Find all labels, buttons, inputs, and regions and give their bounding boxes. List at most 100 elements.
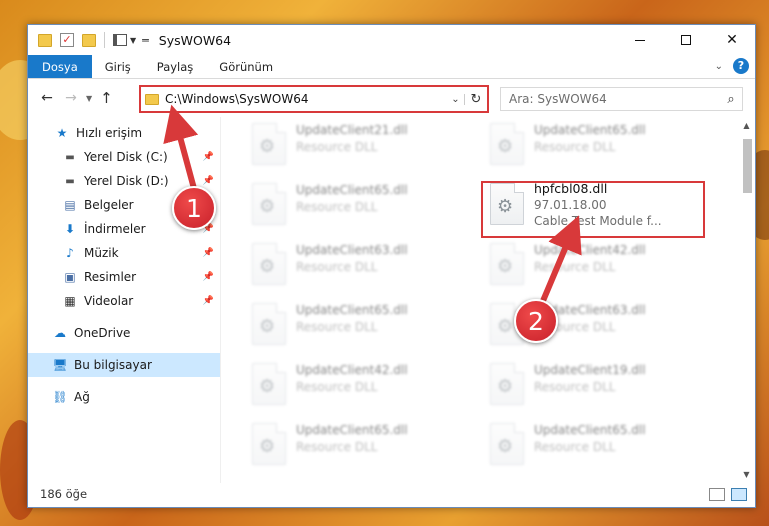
gear-icon: ⚙ [259,376,276,397]
file-item[interactable]: ⚙ UpdateClient19.dll Resource DLL [482,359,710,419]
scroll-up-icon[interactable]: ▲ [738,117,755,134]
dll-file-icon: ⚙ [490,243,524,285]
main-area: ★ Hızlı erişim ▬ Yerel Disk (C:) 📌 ▬ Yer… [28,117,755,483]
dll-file-icon: ⚙ [252,363,286,405]
maximize-icon [681,35,691,45]
maximize-button[interactable] [663,25,709,55]
sidebar-item-label: Videolar [84,294,134,308]
minimize-button[interactable] [617,25,663,55]
file-description: Resource DLL [534,260,616,274]
file-item[interactable]: ⚙ UpdateClient65.dll Resource DLL [244,419,472,479]
new-folder-icon[interactable] [82,33,96,47]
chevron-down-icon[interactable]: ▼ [130,36,136,45]
gear-icon: ⚙ [497,376,514,397]
pin-icon[interactable]: 📌 [203,152,214,162]
file-description: Resource DLL [534,140,616,154]
tab-dosya[interactable]: Dosya [28,55,92,78]
drive-icon: ▬ [65,175,75,187]
gear-icon: ⚙ [259,316,276,337]
file-item[interactable]: ⚙ UpdateClient42.dll Resource DLL [244,359,472,419]
dll-file-icon: ⚙ [490,423,524,465]
dll-file-icon: ⚙ [490,363,524,405]
dll-file-icon: ⚙ [252,423,286,465]
file-description: Resource DLL [296,320,378,334]
tab-giris[interactable]: Giriş [92,55,144,78]
view-options-icon[interactable] [113,34,127,46]
file-item[interactable]: ⚙ UpdateClient21.dll Resource DLL [244,119,472,179]
minimize-icon [635,39,645,41]
sidebar-item-videos[interactable]: ▦ Videolar 📌 [28,289,220,313]
cloud-icon: ☁ [54,326,66,340]
gear-icon: ⚙ [259,436,276,457]
sidebar-item-quick-access[interactable]: ★ Hızlı erişim [28,121,220,145]
file-item[interactable]: ⚙ UpdateClient65.dll Resource DLL [482,119,710,179]
up-arrow-icon[interactable]: ↑ [100,89,113,107]
explorer-window: ✓ ▼ ═ SysWOW64 ✕ Dosya Giriş Paylaş Görü… [27,24,756,508]
address-dropdown-icon[interactable]: ⌄ [447,93,465,105]
file-item[interactable]: ⚙ UpdateClient63.dll Resource DLL [244,239,472,299]
computer-icon: 🖥 [52,358,68,372]
file-name: UpdateClient65.dll [296,423,408,437]
file-item[interactable]: ⚙ UpdateClient65.dll Resource DLL [244,179,472,239]
pin-icon[interactable]: 📌 [203,176,214,186]
view-buttons [709,487,747,501]
pin-icon[interactable]: 📌 [203,272,214,282]
status-bar: 186 öğe [28,481,755,507]
tab-gorunum[interactable]: Görünüm [206,55,286,78]
music-icon: ♪ [66,246,74,260]
navigation-bar: ← → ▼ ↑ C:\Windows\SysWOW64 ⌄ ↻ ⌕ [28,79,755,117]
vertical-scrollbar[interactable]: ▲ ▼ [738,117,755,483]
address-bar[interactable]: C:\Windows\SysWOW64 ⌄ ↻ [139,85,489,113]
expand-ribbon-icon[interactable]: ⌄ [715,61,723,72]
sidebar-item-network[interactable]: ⛓ Ağ [28,385,220,409]
file-item[interactable]: ⚙ UpdateClient42.dll Resource DLL [482,239,710,299]
sidebar-item-label: Yerel Disk (C:) [84,150,168,164]
sidebar-item-disk-c[interactable]: ▬ Yerel Disk (C:) 📌 [28,145,220,169]
file-item[interactable]: ⚙ UpdateClient65.dll Resource DLL [482,419,710,479]
star-icon: ★ [56,126,68,140]
dll-file-icon: ⚙ [252,123,286,165]
close-button[interactable]: ✕ [709,25,755,55]
scrollbar-thumb[interactable] [743,139,752,193]
download-icon: ⬇ [64,222,76,236]
gear-icon: ⚙ [259,196,276,217]
sidebar-item-label: Bu bilgisayar [74,358,152,372]
gear-icon: ⚙ [497,136,514,157]
properties-check-icon[interactable]: ✓ [60,33,74,47]
file-description: Resource DLL [296,140,378,154]
step-badge-1: 1 [172,186,216,230]
file-name: UpdateClient65.dll [296,183,408,197]
sidebar-item-pictures[interactable]: ▣ Resimler 📌 [28,265,220,289]
tiles-view-icon[interactable] [731,487,747,501]
pin-icon[interactable]: 📌 [203,248,214,258]
gear-icon: ⚙ [259,256,276,277]
recent-locations-chevron-icon[interactable]: ▼ [86,94,92,103]
file-name: UpdateClient42.dll [296,363,408,377]
address-path[interactable]: C:\Windows\SysWOW64 [165,92,447,106]
sidebar-item-music[interactable]: ♪ Müzik 📌 [28,241,220,265]
search-input[interactable] [509,92,720,106]
search-box[interactable]: ⌕ [500,87,743,111]
back-arrow-icon[interactable]: ← [38,90,56,106]
sidebar-item-this-pc[interactable]: 🖥 Bu bilgisayar [28,353,220,377]
file-highlight-box [481,181,705,238]
pin-icon[interactable]: 📌 [203,296,214,306]
file-description: Resource DLL [296,380,378,394]
sidebar-item-label: Yerel Disk (D:) [84,174,169,188]
file-description: Resource DLL [296,440,378,454]
file-description: Resource DLL [534,440,616,454]
sidebar-item-label: İndirmeler [84,222,146,236]
tab-paylas[interactable]: Paylaş [144,55,207,78]
refresh-icon[interactable]: ↻ [465,92,487,107]
dll-file-icon: ⚙ [252,183,286,225]
file-item[interactable]: ⚙ UpdateClient65.dll Resource DLL [244,299,472,359]
sidebar-item-onedrive[interactable]: ☁ OneDrive [28,321,220,345]
details-view-icon[interactable] [709,487,725,501]
sidebar-item-label: Resimler [84,270,137,284]
search-icon[interactable]: ⌕ [720,92,742,107]
help-icon[interactable]: ? [733,58,749,74]
customize-toolbar-icon[interactable]: ═ [142,34,149,47]
drive-icon: ▬ [65,151,75,163]
forward-arrow-icon[interactable]: → [62,90,80,106]
sidebar-item-label: Hızlı erişim [76,126,143,140]
